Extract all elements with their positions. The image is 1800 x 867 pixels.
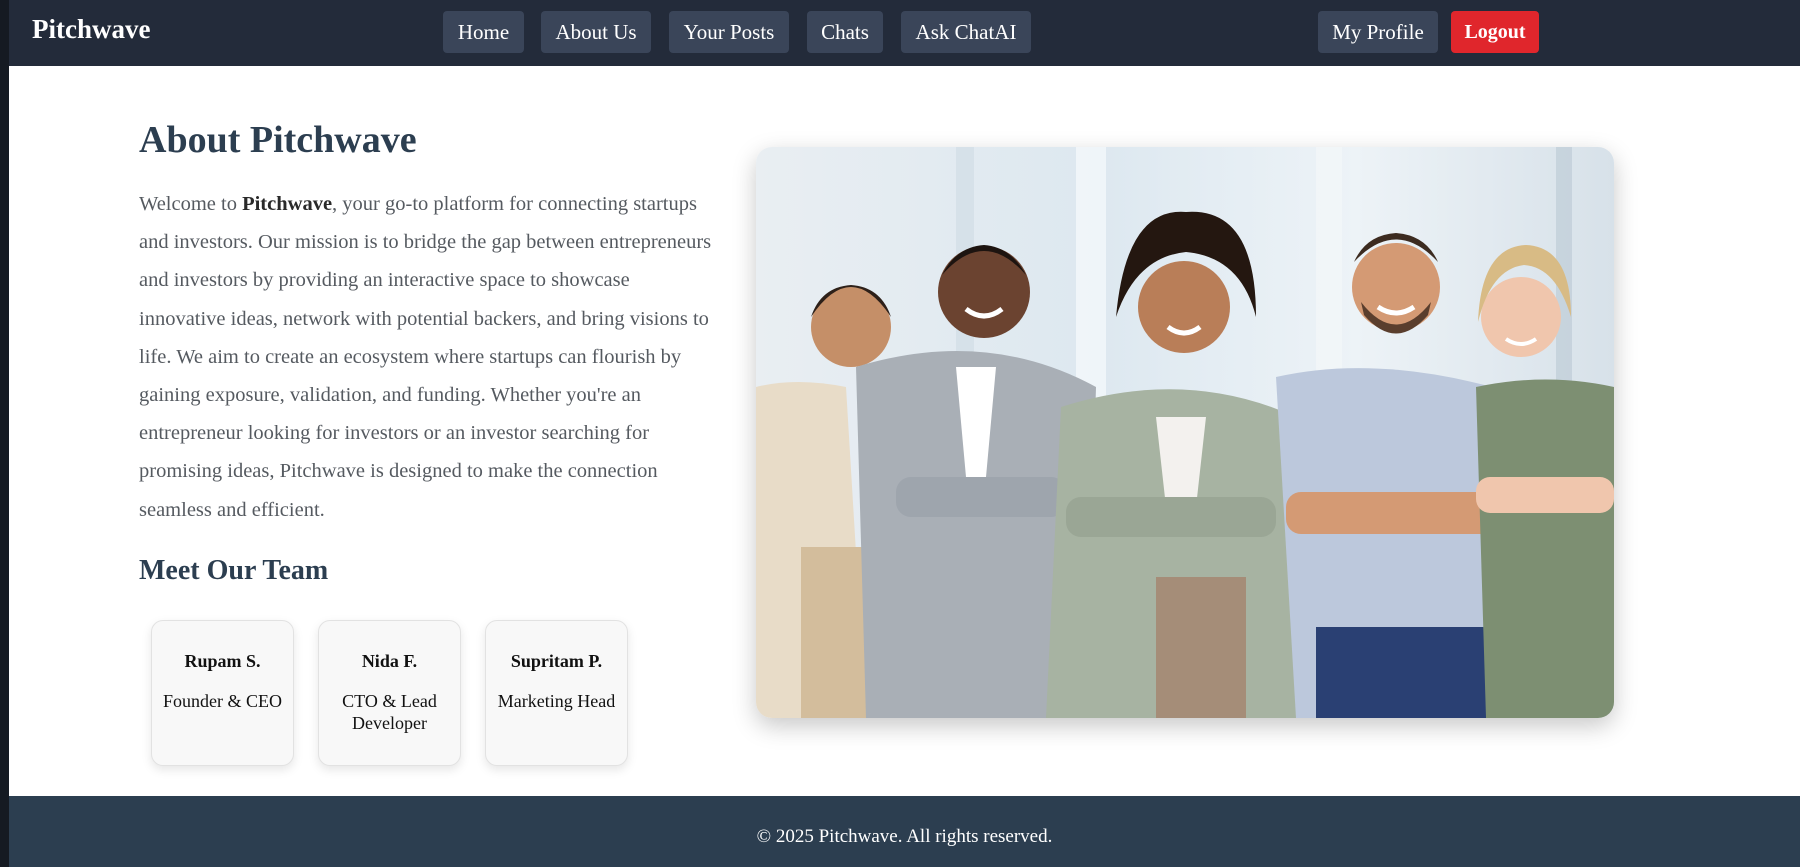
window-left-edge bbox=[0, 0, 9, 867]
nav-about-us-button[interactable]: About Us bbox=[541, 11, 651, 53]
intro-prefix: Welcome to bbox=[139, 193, 243, 215]
footer-copyright: © 2025 Pitchwave. All rights reserved. bbox=[756, 826, 1053, 847]
team-member-name: Supritam P. bbox=[510, 651, 603, 671]
nav-home-button[interactable]: Home bbox=[443, 11, 524, 53]
nav-chats-button[interactable]: Chats bbox=[807, 11, 883, 53]
team-member-name: Rupam S. bbox=[184, 651, 261, 671]
intro-body: , your go-to platform for connecting sta… bbox=[139, 193, 712, 521]
nav-ask-chatai-button[interactable]: Ask ChatAI bbox=[901, 11, 1031, 53]
team-member-role: CTO & Lead Developer bbox=[342, 691, 437, 733]
team-member-role: Founder & CEO bbox=[163, 691, 282, 711]
about-title: About Pitchwave bbox=[139, 119, 417, 161]
team-member-role: Marketing Head bbox=[497, 691, 616, 711]
about-description: Welcome to Pitchwave, your go-to platfor… bbox=[139, 185, 719, 529]
team-photo-illustration bbox=[756, 147, 1614, 718]
brand-logo[interactable]: Pitchwave bbox=[32, 14, 150, 45]
nav-your-posts-button[interactable]: Your Posts bbox=[669, 11, 789, 53]
team-section-title: Meet Our Team bbox=[139, 555, 329, 586]
team-member-card: Rupam S. Founder & CEO bbox=[151, 620, 294, 766]
team-member-card: Nida F. CTO & Lead Developer bbox=[318, 620, 461, 766]
my-profile-button[interactable]: My Profile bbox=[1318, 11, 1438, 53]
top-navbar: Pitchwave Home About Us Your Posts Chats… bbox=[0, 0, 1800, 66]
team-member-name: Nida F. bbox=[361, 651, 418, 671]
page-footer: © 2025 Pitchwave. All rights reserved. bbox=[9, 796, 1800, 867]
logout-button[interactable]: Logout bbox=[1451, 11, 1539, 53]
team-member-card: Supritam P. Marketing Head bbox=[485, 620, 628, 766]
team-photo bbox=[756, 147, 1614, 718]
intro-brand: Pitchwave bbox=[242, 193, 333, 215]
